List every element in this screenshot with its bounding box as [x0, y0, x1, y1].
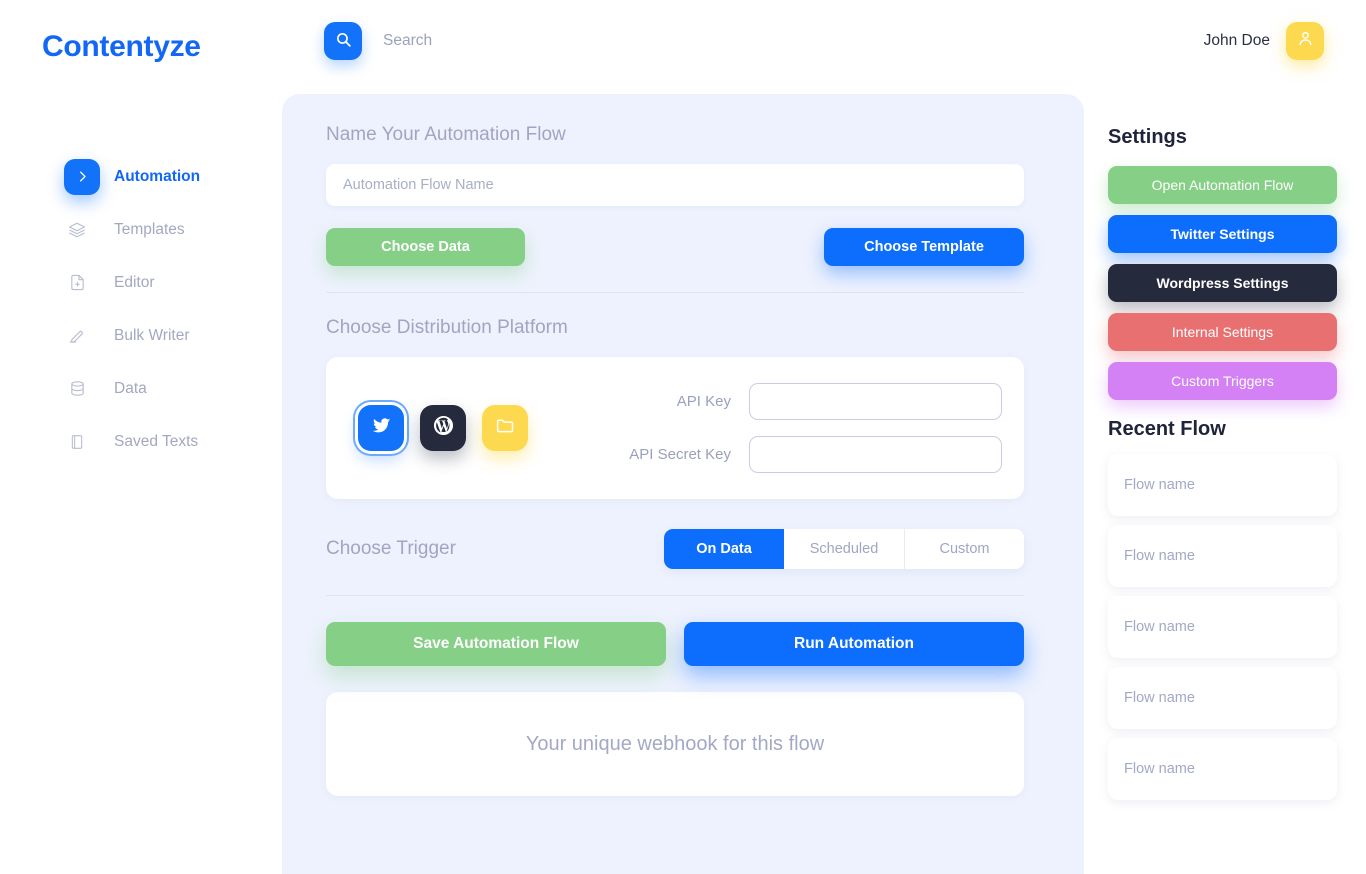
sidebar-item-templates[interactable]: Templates — [0, 203, 282, 256]
brand-logo: Contentyze — [42, 30, 201, 63]
choose-template-button[interactable]: Choose Template — [824, 228, 1024, 266]
run-automation-button[interactable]: Run Automation — [684, 622, 1024, 666]
right-sidebar: Settings Open Automation Flow Twitter Se… — [1108, 126, 1340, 809]
name-section-title: Name Your Automation Flow — [326, 124, 566, 145]
document-add-icon — [66, 272, 88, 294]
sidebar-item-label: Data — [114, 379, 147, 397]
list-item[interactable]: Flow name — [1108, 738, 1337, 800]
recent-flow-title: Recent Flow — [1108, 418, 1226, 440]
automation-flow-name-input[interactable] — [326, 164, 1024, 206]
api-secret-label: API Secret Key — [629, 446, 731, 463]
book-icon — [66, 431, 88, 453]
custom-triggers-button[interactable]: Custom Triggers — [1108, 362, 1337, 400]
twitter-settings-button[interactable]: Twitter Settings — [1108, 215, 1337, 253]
pen-icon — [66, 325, 88, 347]
internal-settings-button[interactable]: Internal Settings — [1108, 313, 1337, 351]
divider — [326, 292, 1024, 293]
sidebar-item-bulk-writer[interactable]: Bulk Writer — [0, 309, 282, 362]
sidebar: Automation Templates Editor Bulk Writer … — [0, 150, 282, 468]
sidebar-item-label: Bulk Writer — [114, 326, 190, 344]
chevron-right-icon — [64, 158, 100, 195]
app-root: Contentyze Search John Doe Automation Te… — [0, 0, 1366, 874]
layers-icon — [66, 219, 88, 241]
list-item[interactable]: Flow name — [1108, 596, 1337, 658]
folder-icon — [495, 415, 516, 441]
trigger-segmented-control: On Data Scheduled Custom — [664, 529, 1024, 569]
platform-twitter-button[interactable] — [358, 405, 404, 451]
api-key-input[interactable] — [749, 383, 1002, 420]
twitter-icon — [371, 415, 392, 441]
sidebar-item-label: Templates — [114, 220, 185, 238]
search-button[interactable] — [324, 22, 362, 60]
platform-selector — [348, 405, 528, 451]
sidebar-item-editor[interactable]: Editor — [0, 256, 282, 309]
user-menu[interactable]: John Doe — [1204, 22, 1324, 60]
trigger-option-custom[interactable]: Custom — [904, 529, 1024, 569]
app-header: Contentyze Search John Doe — [0, 0, 1366, 92]
trigger-option-on-data[interactable]: On Data — [664, 529, 784, 569]
platform-section-title: Choose Distribution Platform — [326, 317, 568, 338]
search-bar: Search — [324, 22, 432, 60]
wordpress-settings-button[interactable]: Wordpress Settings — [1108, 264, 1337, 302]
name-section-buttons: Choose Data Choose Template — [326, 228, 1024, 266]
list-item[interactable]: Flow name — [1108, 525, 1337, 587]
sidebar-item-data[interactable]: Data — [0, 362, 282, 415]
trigger-section-title: Choose Trigger — [326, 538, 456, 559]
open-automation-flow-button[interactable]: Open Automation Flow — [1108, 166, 1337, 204]
settings-title: Settings — [1108, 126, 1187, 148]
list-item[interactable]: Flow name — [1108, 454, 1337, 516]
save-automation-flow-button[interactable]: Save Automation Flow — [326, 622, 666, 666]
webhook-box[interactable]: Your unique webhook for this flow — [326, 692, 1024, 796]
action-buttons: Save Automation Flow Run Automation — [326, 622, 1024, 666]
platform-wordpress-button[interactable] — [420, 405, 466, 451]
search-icon — [335, 31, 352, 51]
avatar[interactable] — [1286, 22, 1324, 60]
api-secret-input[interactable] — [749, 436, 1002, 473]
sidebar-item-automation[interactable]: Automation — [0, 150, 282, 203]
trigger-section: Choose Trigger On Data Scheduled Custom — [326, 529, 1024, 569]
wordpress-icon — [432, 414, 455, 442]
choose-data-button[interactable]: Choose Data — [326, 228, 525, 266]
user-name: John Doe — [1203, 32, 1270, 49]
list-item[interactable]: Flow name — [1108, 667, 1337, 729]
sidebar-item-saved-texts[interactable]: Saved Texts — [0, 415, 282, 468]
divider — [326, 595, 1024, 596]
platform-card: API Key API Secret Key — [326, 357, 1024, 499]
platform-folder-button[interactable] — [482, 405, 528, 451]
user-icon — [1296, 29, 1315, 53]
search-input[interactable]: Search — [383, 32, 432, 50]
trigger-option-scheduled[interactable]: Scheduled — [784, 529, 904, 569]
api-secret-row: API Secret Key — [629, 436, 1002, 473]
sidebar-item-label: Saved Texts — [114, 432, 199, 450]
api-credentials: API Key API Secret Key — [629, 383, 1002, 473]
database-icon — [66, 378, 88, 400]
sidebar-item-label: Automation — [114, 167, 201, 185]
main-content-panel: Name Your Automation Flow Choose Data Ch… — [282, 94, 1084, 874]
sidebar-item-label: Editor — [114, 273, 155, 291]
api-key-label: API Key — [676, 393, 731, 410]
api-key-row: API Key — [629, 383, 1002, 420]
